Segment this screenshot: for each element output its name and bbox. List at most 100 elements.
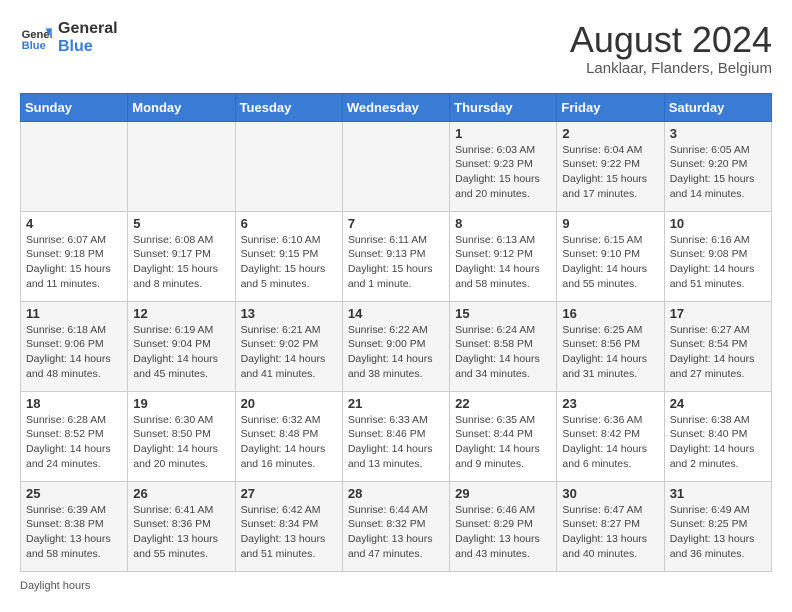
calendar-cell: 14 Sunrise: 6:22 AM Sunset: 9:00 PM Dayli…	[342, 301, 449, 391]
day-info: Sunrise: 6:22 AM Sunset: 9:00 PM Dayligh…	[348, 323, 444, 382]
page-header: General Blue General Blue August 2024 La…	[20, 20, 772, 77]
weekday-header-tuesday: Tuesday	[235, 93, 342, 121]
day-number: 17	[670, 306, 766, 321]
calendar-cell: 21 Sunrise: 6:33 AM Sunset: 8:46 PM Dayli…	[342, 391, 449, 481]
calendar-cell: 18 Sunrise: 6:28 AM Sunset: 8:52 PM Dayli…	[21, 391, 128, 481]
calendar-cell: 17 Sunrise: 6:27 AM Sunset: 8:54 PM Dayli…	[664, 301, 771, 391]
day-info: Sunrise: 6:28 AM Sunset: 8:52 PM Dayligh…	[26, 413, 122, 472]
day-number: 15	[455, 306, 551, 321]
day-info: Sunrise: 6:04 AM Sunset: 9:22 PM Dayligh…	[562, 143, 658, 202]
day-number: 18	[26, 396, 122, 411]
calendar-cell: 20 Sunrise: 6:32 AM Sunset: 8:48 PM Dayli…	[235, 391, 342, 481]
calendar-cell	[128, 121, 235, 211]
calendar-cell: 15 Sunrise: 6:24 AM Sunset: 8:58 PM Dayli…	[450, 301, 557, 391]
day-info: Sunrise: 6:38 AM Sunset: 8:40 PM Dayligh…	[670, 413, 766, 472]
calendar-cell: 3 Sunrise: 6:05 AM Sunset: 9:20 PM Daylig…	[664, 121, 771, 211]
day-info: Sunrise: 6:05 AM Sunset: 9:20 PM Dayligh…	[670, 143, 766, 202]
day-info: Sunrise: 6:30 AM Sunset: 8:50 PM Dayligh…	[133, 413, 229, 472]
calendar-cell: 10Sunrise: 6:16 AM Sunset: 9:08 PM Dayli…	[664, 211, 771, 301]
calendar-cell: 27 Sunrise: 6:42 AM Sunset: 8:34 PM Dayli…	[235, 481, 342, 571]
calendar-cell: 16 Sunrise: 6:25 AM Sunset: 8:56 PM Dayli…	[557, 301, 664, 391]
day-number: 20	[241, 396, 337, 411]
day-number: 4	[26, 216, 122, 231]
calendar-cell: 22 Sunrise: 6:35 AM Sunset: 8:44 PM Dayli…	[450, 391, 557, 481]
day-number: 13	[241, 306, 337, 321]
day-info: Sunrise: 6:49 AM Sunset: 8:25 PM Dayligh…	[670, 503, 766, 562]
logo-icon: General Blue	[20, 22, 52, 54]
month-year-title: August 2024	[570, 20, 772, 60]
calendar-cell	[21, 121, 128, 211]
weekday-header-wednesday: Wednesday	[342, 93, 449, 121]
calendar-week-row: 11 Sunrise: 6:18 AM Sunset: 9:06 PM Dayli…	[21, 301, 772, 391]
day-info: Sunrise: 6:36 AM Sunset: 8:42 PM Dayligh…	[562, 413, 658, 472]
calendar-week-row: 25Sunrise: 6:39 AM Sunset: 8:38 PM Dayli…	[21, 481, 772, 571]
calendar-cell: 2 Sunrise: 6:04 AM Sunset: 9:22 PM Daylig…	[557, 121, 664, 211]
calendar-cell	[342, 121, 449, 211]
day-number: 3	[670, 126, 766, 141]
calendar-week-row: 18 Sunrise: 6:28 AM Sunset: 8:52 PM Dayli…	[21, 391, 772, 481]
calendar-cell: 5Sunrise: 6:08 AM Sunset: 9:17 PM Daylig…	[128, 211, 235, 301]
day-info: Sunrise: 6:11 AM Sunset: 9:13 PM Dayligh…	[348, 233, 444, 292]
calendar-cell	[235, 121, 342, 211]
day-number: 7	[348, 216, 444, 231]
day-number: 9	[562, 216, 658, 231]
day-info: Sunrise: 6:03 AM Sunset: 9:23 PM Dayligh…	[455, 143, 551, 202]
calendar-cell: 12Sunrise: 6:19 AM Sunset: 9:04 PM Dayli…	[128, 301, 235, 391]
calendar-table: SundayMondayTuesdayWednesdayThursdayFrid…	[20, 93, 772, 572]
day-info: Sunrise: 6:21 AM Sunset: 9:02 PM Dayligh…	[241, 323, 337, 382]
weekday-header-row: SundayMondayTuesdayWednesdayThursdayFrid…	[21, 93, 772, 121]
day-number: 10	[670, 216, 766, 231]
calendar-cell: 23 Sunrise: 6:36 AM Sunset: 8:42 PM Dayli…	[557, 391, 664, 481]
day-number: 23	[562, 396, 658, 411]
day-info: Sunrise: 6:33 AM Sunset: 8:46 PM Dayligh…	[348, 413, 444, 472]
calendar-cell: 8 Sunrise: 6:13 AM Sunset: 9:12 PM Daylig…	[450, 211, 557, 301]
calendar-cell: 19 Sunrise: 6:30 AM Sunset: 8:50 PM Dayli…	[128, 391, 235, 481]
day-info: Sunrise: 6:08 AM Sunset: 9:17 PM Dayligh…	[133, 233, 229, 292]
day-number: 16	[562, 306, 658, 321]
day-number: 8	[455, 216, 551, 231]
logo: General Blue General Blue	[20, 20, 118, 55]
day-info: Sunrise: 6:27 AM Sunset: 8:54 PM Dayligh…	[670, 323, 766, 382]
day-number: 26	[133, 486, 229, 501]
calendar-cell: 13 Sunrise: 6:21 AM Sunset: 9:02 PM Dayli…	[235, 301, 342, 391]
day-info: Sunrise: 6:25 AM Sunset: 8:56 PM Dayligh…	[562, 323, 658, 382]
day-info: Sunrise: 6:13 AM Sunset: 9:12 PM Dayligh…	[455, 233, 551, 292]
day-info: Sunrise: 6:24 AM Sunset: 8:58 PM Dayligh…	[455, 323, 551, 382]
day-number: 30	[562, 486, 658, 501]
day-number: 6	[241, 216, 337, 231]
day-number: 28	[348, 486, 444, 501]
day-number: 24	[670, 396, 766, 411]
calendar-cell: 4 Sunrise: 6:07 AM Sunset: 9:18 PM Daylig…	[21, 211, 128, 301]
weekday-header-monday: Monday	[128, 93, 235, 121]
day-info: Sunrise: 6:19 AM Sunset: 9:04 PM Dayligh…	[133, 323, 229, 382]
weekday-header-friday: Friday	[557, 93, 664, 121]
day-number: 27	[241, 486, 337, 501]
day-number: 2	[562, 126, 658, 141]
weekday-header-thursday: Thursday	[450, 93, 557, 121]
weekday-header-sunday: Sunday	[21, 93, 128, 121]
day-info: Sunrise: 6:18 AM Sunset: 9:06 PM Dayligh…	[26, 323, 122, 382]
day-number: 19	[133, 396, 229, 411]
day-number: 22	[455, 396, 551, 411]
logo-text-general: General	[58, 20, 118, 38]
calendar-cell: 6Sunrise: 6:10 AM Sunset: 9:15 PM Daylig…	[235, 211, 342, 301]
calendar-cell: 9Sunrise: 6:15 AM Sunset: 9:10 PM Daylig…	[557, 211, 664, 301]
calendar-cell: 1Sunrise: 6:03 AM Sunset: 9:23 PM Daylig…	[450, 121, 557, 211]
calendar-cell: 24 Sunrise: 6:38 AM Sunset: 8:40 PM Dayli…	[664, 391, 771, 481]
logo-text-blue: Blue	[58, 38, 118, 56]
day-number: 11	[26, 306, 122, 321]
calendar-cell: 29 Sunrise: 6:46 AM Sunset: 8:29 PM Dayli…	[450, 481, 557, 571]
day-info: Sunrise: 6:47 AM Sunset: 8:27 PM Dayligh…	[562, 503, 658, 562]
day-number: 21	[348, 396, 444, 411]
footer-note: Daylight hours	[20, 580, 772, 592]
day-info: Sunrise: 6:44 AM Sunset: 8:32 PM Dayligh…	[348, 503, 444, 562]
day-info: Sunrise: 6:35 AM Sunset: 8:44 PM Dayligh…	[455, 413, 551, 472]
day-number: 29	[455, 486, 551, 501]
weekday-header-saturday: Saturday	[664, 93, 771, 121]
day-info: Sunrise: 6:41 AM Sunset: 8:36 PM Dayligh…	[133, 503, 229, 562]
day-number: 14	[348, 306, 444, 321]
day-info: Sunrise: 6:32 AM Sunset: 8:48 PM Dayligh…	[241, 413, 337, 472]
day-info: Sunrise: 6:07 AM Sunset: 9:18 PM Dayligh…	[26, 233, 122, 292]
day-info: Sunrise: 6:42 AM Sunset: 8:34 PM Dayligh…	[241, 503, 337, 562]
day-info: Sunrise: 6:46 AM Sunset: 8:29 PM Dayligh…	[455, 503, 551, 562]
